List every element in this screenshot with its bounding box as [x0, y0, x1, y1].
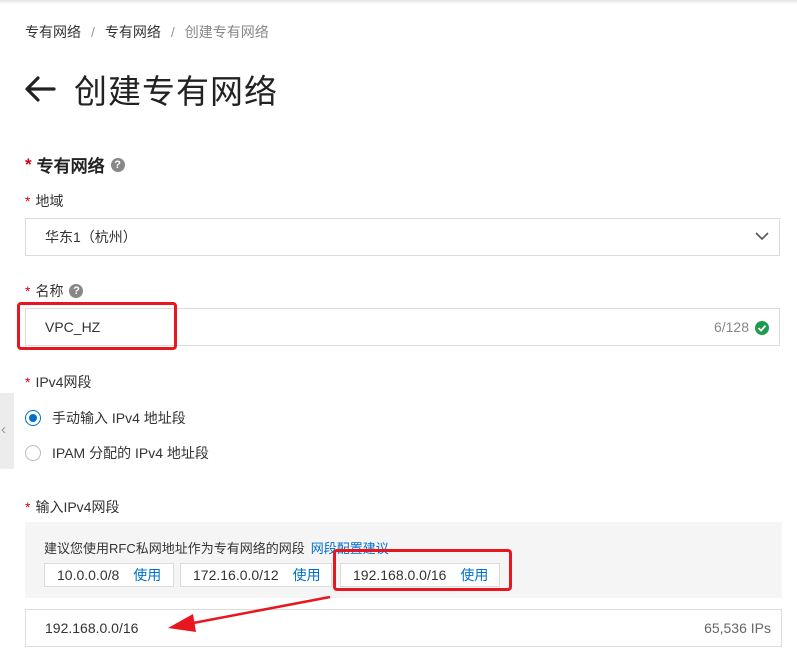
radio-manual-ipv4-label: 手动输入 IPv4 地址段: [52, 410, 186, 426]
top-shadow: [0, 0, 797, 4]
cidr-preset-172: 172.16.0.0/12 使用: [180, 563, 332, 587]
name-char-count: 6/128: [713, 319, 749, 335]
required-mark: *: [25, 154, 32, 174]
page-title: 创建专有网络: [74, 73, 278, 110]
region-select-value: 华东1（杭州）: [45, 229, 137, 245]
region-label-text: 地域: [35, 193, 64, 209]
section-title: * 专有网络 ?: [25, 152, 125, 177]
region-select[interactable]: 华东1（杭州）: [25, 218, 780, 256]
ipv4-mode-label: * IPv4网段: [25, 372, 91, 392]
required-mark: *: [25, 374, 31, 390]
check-circle-icon: [755, 321, 769, 335]
cidr-preset-use-button[interactable]: 使用: [293, 565, 321, 585]
cidr-preset-10: 10.0.0.0/8 使用: [44, 563, 174, 587]
radio-button-checked[interactable]: [25, 410, 41, 426]
breadcrumb-item-current: 创建专有网络: [184, 24, 269, 40]
ip-count: 65,536 IPs: [704, 620, 771, 636]
breadcrumb-item-vpc[interactable]: 专有网络: [25, 22, 81, 42]
cidr-preset-use-button[interactable]: 使用: [133, 565, 161, 585]
section-title-text: 专有网络: [36, 157, 105, 176]
name-label: * 名称 ?: [25, 281, 84, 301]
cidr-preset-value: 10.0.0.0/8: [57, 567, 120, 583]
breadcrumb-separator: /: [170, 24, 175, 40]
radio-manual-ipv4[interactable]: 手动输入 IPv4 地址段: [25, 408, 186, 428]
annotation-arrow: [168, 595, 331, 632]
ipv4-cidr-input-value: 192.168.0.0/16: [45, 620, 139, 636]
highlight-box-preset: [333, 549, 512, 591]
cidr-preset-value: 172.16.0.0/12: [193, 567, 279, 583]
region-label: * 地域: [25, 191, 63, 211]
radio-ipam-ipv4-label: IPAM 分配的 IPv4 地址段: [52, 445, 209, 461]
arrow-left-icon[interactable]: [24, 75, 56, 103]
radio-ipam-ipv4[interactable]: IPAM 分配的 IPv4 地址段: [25, 443, 209, 463]
required-mark: *: [25, 499, 31, 515]
required-mark: *: [25, 193, 31, 209]
ipv4-input-label-text: 输入IPv4网段: [35, 499, 120, 515]
highlight-box-name: [17, 302, 177, 350]
required-mark: *: [25, 283, 31, 299]
page-header: 创建专有网络: [24, 66, 278, 112]
radio-button-unchecked[interactable]: [25, 445, 41, 461]
ipv4-mode-label-text: IPv4网段: [35, 374, 92, 390]
ipv4-cidr-input[interactable]: 192.168.0.0/16 65,536 IPs: [25, 609, 782, 647]
question-circle-icon[interactable]: ?: [69, 284, 84, 298]
cidr-suggestion-message: 建议您使用RFC私网地址作为专有网络的网段: [44, 541, 305, 556]
chevron-left-icon: ‹: [1, 421, 6, 438]
breadcrumb: 专有网络 / 专有网络 / 创建专有网络: [25, 22, 269, 42]
name-label-text: 名称: [35, 283, 64, 299]
sidebar-expand-tab[interactable]: ‹: [0, 393, 14, 469]
chevron-down-icon: [755, 232, 769, 241]
ipv4-input-label: * 输入IPv4网段: [25, 497, 119, 517]
breadcrumb-item-vpc-list[interactable]: 专有网络: [105, 22, 161, 42]
breadcrumb-separator: /: [91, 24, 95, 40]
question-circle-icon[interactable]: ?: [110, 157, 125, 172]
